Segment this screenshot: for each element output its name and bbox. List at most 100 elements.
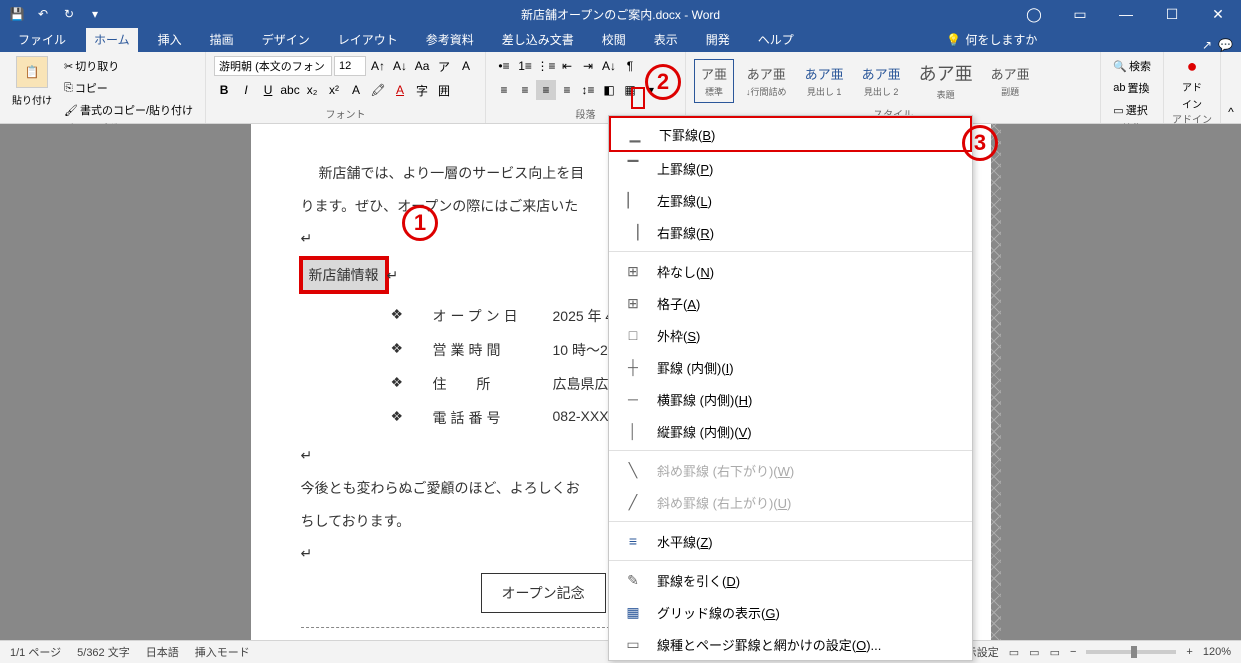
menu-border-inside-v[interactable]: │縦罫線 (内側)(V) [609, 415, 972, 447]
menu-border-bottom[interactable]: ▁下罫線(B) [609, 116, 972, 152]
change-case-button[interactable]: Aa [412, 56, 432, 76]
ribbon-display-icon[interactable]: ▭ [1057, 0, 1103, 28]
menu-horizontal-line[interactable]: ≡水平線(Z) [609, 525, 972, 557]
style-title[interactable]: あア亜表題 [913, 56, 979, 105]
undo-icon[interactable]: ↶ [34, 5, 52, 23]
align-left-button[interactable]: ≡ [494, 80, 514, 100]
style-normal[interactable]: ア亜標準 [694, 59, 734, 103]
copy-button[interactable]: ⎘ コピー [60, 78, 197, 98]
strikethrough-button[interactable]: abc [280, 80, 300, 100]
tab-developer[interactable]: 開発 [698, 27, 738, 52]
menu-view-gridlines[interactable]: ▦グリッド線の表示(G) [609, 596, 972, 628]
bullet-icon: ❖ [391, 408, 403, 428]
view-read-mode-icon[interactable]: ▭ [1009, 646, 1019, 659]
menu-border-right[interactable]: ▕右罫線(R) [609, 216, 972, 248]
paste-icon[interactable]: 📋 [16, 56, 48, 88]
menu-draw-border[interactable]: ✎罫線を引く(D) [609, 564, 972, 596]
line-spacing-button[interactable]: ↕≡ [578, 80, 598, 100]
zoom-level[interactable]: 120% [1203, 646, 1231, 658]
enclose-button[interactable]: 囲 [434, 80, 454, 100]
view-web-layout-icon[interactable]: ▭ [1050, 646, 1060, 659]
tab-file[interactable]: ファイル [10, 27, 74, 52]
increase-indent-button[interactable]: ⇥ [578, 56, 598, 76]
tab-references[interactable]: 参考資料 [418, 27, 482, 52]
superscript-button[interactable]: x² [324, 80, 344, 100]
addin-icon[interactable]: ● [1187, 56, 1198, 77]
menu-border-all[interactable]: ⊞格子(A) [609, 287, 972, 319]
menu-key: O [856, 638, 866, 653]
zoom-slider[interactable] [1086, 650, 1176, 654]
replace-button[interactable]: ab 置換 [1109, 78, 1155, 98]
align-center-button[interactable]: ≡ [515, 80, 535, 100]
menu-border-left[interactable]: ▏左罫線(L) [609, 184, 972, 216]
comments-icon[interactable]: 💬 [1218, 38, 1233, 52]
phonetic-guide-button[interactable]: ア [434, 56, 454, 76]
tab-insert[interactable]: 挿入 [150, 27, 190, 52]
status-page[interactable]: 1/1 ページ [10, 644, 61, 660]
bold-button[interactable]: B [214, 80, 234, 100]
numbering-button[interactable]: 1≡ [515, 56, 535, 76]
sort-button[interactable]: A↓ [599, 56, 619, 76]
tell-me-search[interactable]: 💡 何をしますか [938, 27, 1045, 52]
tab-review[interactable]: 校閲 [594, 27, 634, 52]
zoom-out-button[interactable]: − [1070, 646, 1076, 658]
font-name-select[interactable] [214, 56, 332, 76]
italic-button[interactable]: I [236, 80, 256, 100]
bullets-button[interactable]: •≡ [494, 56, 514, 76]
tab-help[interactable]: ヘルプ [750, 27, 802, 52]
align-justify-button[interactable]: ≡ [536, 80, 556, 100]
text-effects-button[interactable]: A [346, 80, 366, 100]
select-button[interactable]: ▭ 選択 [1109, 100, 1155, 120]
shrink-font-button[interactable]: A↓ [390, 56, 410, 76]
char-shading-button[interactable]: 字 [412, 80, 432, 100]
menu-border-top[interactable]: ▔上罫線(P) [609, 152, 972, 184]
style-subtitle[interactable]: あア亜副題 [985, 60, 1036, 102]
zoom-in-button[interactable]: + [1186, 646, 1192, 658]
show-marks-button[interactable]: ¶ [620, 56, 640, 76]
maximize-button[interactable]: ☐ [1149, 0, 1195, 28]
section-heading-selected[interactable]: 新店舗情報 [301, 258, 387, 293]
style-no-spacing[interactable]: あア亜↓行間詰め [740, 60, 793, 102]
menu-border-inside-h[interactable]: ─横罫線 (内側)(H) [609, 383, 972, 415]
align-distribute-button[interactable]: ≡ [557, 80, 577, 100]
clear-formatting-button[interactable]: A [456, 56, 476, 76]
highlight-button[interactable]: 🖍 [368, 80, 388, 100]
status-word-count[interactable]: 5/362 文字 [77, 644, 130, 660]
redo-icon[interactable]: ↻ [60, 5, 78, 23]
menu-border-inside[interactable]: ┼罫線 (内側)(I) [609, 351, 972, 383]
tab-mailings[interactable]: 差し込み文書 [494, 27, 582, 52]
font-color-button[interactable]: A [390, 80, 410, 100]
paste-button[interactable]: 貼り付け [8, 90, 56, 109]
menu-border-none[interactable]: ⊞枠なし(N) [609, 255, 972, 287]
style-heading1[interactable]: あア亜見出し 1 [799, 60, 850, 102]
underline-button[interactable]: U [258, 80, 278, 100]
collapse-ribbon-icon[interactable]: ^ [1228, 105, 1234, 119]
format-painter-button[interactable]: 🖌 書式のコピー/貼り付け [60, 100, 197, 120]
status-insert-mode[interactable]: 挿入モード [195, 644, 250, 660]
tab-design[interactable]: デザイン [254, 27, 318, 52]
decrease-indent-button[interactable]: ⇤ [557, 56, 577, 76]
menu-borders-and-shading[interactable]: ▭線種とページ罫線と網かけの設定(O)... [609, 628, 972, 660]
save-icon[interactable]: 💾 [8, 5, 26, 23]
account-icon[interactable]: ◯ [1011, 0, 1057, 28]
tab-home[interactable]: ホーム [86, 27, 138, 52]
status-language[interactable]: 日本語 [146, 644, 179, 660]
subscript-button[interactable]: x₂ [302, 80, 322, 100]
minimize-button[interactable]: — [1103, 0, 1149, 28]
lightbulb-icon: 💡 [946, 33, 961, 47]
share-icon[interactable]: ↗ [1202, 38, 1212, 52]
qat-customize-icon[interactable]: ▾ [86, 5, 104, 23]
grow-font-button[interactable]: A↑ [368, 56, 388, 76]
tab-view[interactable]: 表示 [646, 27, 686, 52]
shading-button[interactable]: ◧ [599, 80, 619, 100]
menu-border-outside[interactable]: □外枠(S) [609, 319, 972, 351]
tab-layout[interactable]: レイアウト [330, 27, 406, 52]
tab-draw[interactable]: 描画 [202, 27, 242, 52]
style-heading2[interactable]: あア亜見出し 2 [856, 60, 907, 102]
view-print-layout-icon[interactable]: ▭ [1029, 646, 1039, 659]
font-size-select[interactable] [334, 56, 366, 76]
multilevel-list-button[interactable]: ⋮≡ [536, 56, 556, 76]
close-button[interactable]: ✕ [1195, 0, 1241, 28]
cut-button[interactable]: ✂ 切り取り [60, 56, 197, 76]
find-button[interactable]: 🔍 検索 [1109, 56, 1155, 76]
